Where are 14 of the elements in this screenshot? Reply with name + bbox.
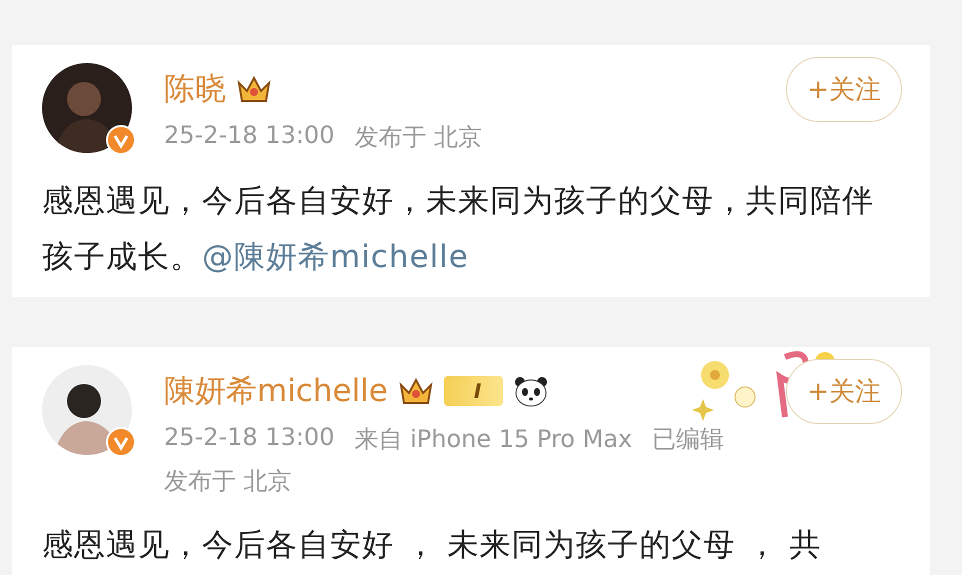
follow-button[interactable]: +关注	[786, 359, 902, 424]
follow-button[interactable]: +关注	[786, 57, 902, 122]
post-source: 来自 iPhone 15 Pro Max	[354, 424, 632, 455]
mention-link[interactable]: @陳妍希michelle	[202, 239, 469, 275]
post-text: 感恩遇见，今后各自安好 ， 未来同为孩子的父母 ， 共	[42, 526, 822, 565]
post-text: 感恩遇见，今后各自安好，未来同为孩子的父母，共同陪伴孩子成长。@陳妍希michelle	[42, 182, 875, 277]
post-location: 发布于 北京	[164, 466, 293, 497]
level-badge: I	[444, 376, 504, 406]
post-time: 25-2-18 13:00	[164, 423, 334, 453]
post-location: 发布于 北京	[354, 122, 482, 153]
author-name[interactable]: 陳妍希michelle	[164, 370, 388, 412]
author-name[interactable]: 陈晓	[164, 68, 226, 110]
edited-label: 已编辑	[652, 424, 724, 455]
post-time: 25-2-18 13:00	[164, 121, 334, 151]
